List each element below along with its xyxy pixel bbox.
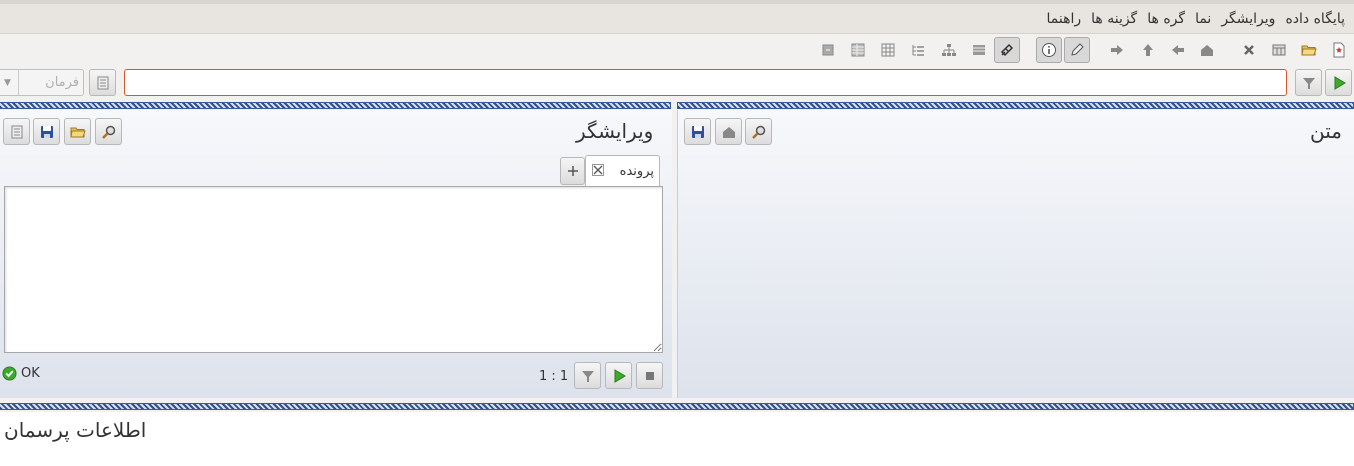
status-text: OK — [21, 366, 40, 381]
stop-icon — [645, 371, 654, 380]
properties-icon[interactable] — [1266, 37, 1292, 63]
chevron-down-icon: ▼ — [0, 70, 19, 95]
cursor-position: 1 : 1 — [539, 369, 569, 384]
play-icon — [1334, 75, 1346, 90]
query-info-panel — [0, 412, 1354, 466]
editor-panel-drag-handle[interactable] — [0, 102, 671, 109]
command-input[interactable] — [124, 69, 1287, 96]
home-icon — [722, 126, 735, 138]
table-icon[interactable] — [966, 37, 992, 63]
grid-icon[interactable] — [875, 37, 901, 63]
tree-map-icon[interactable] — [936, 37, 962, 63]
command-mode-select[interactable]: فرمان ▼ — [0, 69, 84, 96]
text-panel-drag-handle[interactable] — [677, 102, 1354, 109]
close-db-icon[interactable] — [1236, 37, 1262, 63]
close-icon[interactable] — [592, 164, 604, 176]
text-save-button[interactable] — [684, 118, 711, 145]
home-icon[interactable] — [1194, 37, 1220, 63]
ok-check-icon — [2, 366, 17, 381]
text-panel-title: متن — [1310, 119, 1342, 143]
new-db-icon[interactable] — [1326, 37, 1352, 63]
filter-icon — [581, 370, 594, 382]
search-icon — [101, 125, 115, 139]
menu-database[interactable]: پایگاه داده — [1280, 11, 1350, 27]
panel-splitter[interactable] — [672, 103, 677, 399]
plus-icon — [567, 166, 578, 176]
filter-icon — [1302, 77, 1315, 89]
filter-tree-icon[interactable] — [994, 37, 1020, 63]
list-icon — [97, 76, 108, 89]
text-panel — [677, 110, 1354, 398]
tree-list-icon[interactable] — [905, 37, 931, 63]
editor-run-button[interactable] — [605, 362, 632, 389]
menu-editor[interactable]: ویرایشگر — [1216, 11, 1280, 27]
collapse-icon[interactable] — [815, 37, 841, 63]
menu-nodes[interactable]: گره ها — [1142, 11, 1190, 27]
menu-bar: پایگاه داده ویرایشگر نما گره ها گزینه ها… — [0, 4, 1354, 34]
editor-stop-button[interactable] — [636, 362, 663, 389]
menu-view[interactable]: نما — [1190, 11, 1216, 27]
play-icon — [614, 368, 626, 383]
open-db-icon[interactable] — [1296, 37, 1322, 63]
query-editor[interactable] — [4, 186, 663, 353]
query-info-title: اطلاعات پرسمان — [4, 418, 147, 442]
table-small-icon[interactable] — [845, 37, 871, 63]
text-home-button[interactable] — [715, 118, 742, 145]
menu-help[interactable]: راهنما — [1041, 11, 1086, 27]
editor-status: OK — [2, 366, 40, 381]
search-icon — [751, 125, 765, 139]
run-command-button[interactable] — [1325, 69, 1352, 96]
editor-filter-button[interactable] — [574, 362, 601, 389]
editor-panel-title: ویرایشگر — [576, 119, 654, 143]
editor-open-button[interactable] — [64, 118, 91, 145]
command-row: فرمان ▼ — [0, 66, 1354, 98]
tab-file[interactable]: پرونده — [585, 155, 660, 187]
edit-icon[interactable] — [1064, 37, 1090, 63]
info-panel-drag-handle[interactable] — [0, 403, 1354, 410]
document-icon — [11, 125, 22, 138]
save-icon — [691, 125, 704, 138]
filter-command-button[interactable] — [1295, 69, 1322, 96]
tab-file-label: پرونده — [619, 164, 654, 179]
up-icon[interactable] — [1135, 37, 1161, 63]
text-search-button[interactable] — [745, 118, 772, 145]
save-icon — [40, 125, 53, 138]
editor-search-button[interactable] — [95, 118, 122, 145]
main-toolbar — [0, 34, 1354, 66]
add-tab-button[interactable] — [560, 157, 585, 185]
command-history-button[interactable] — [89, 69, 116, 96]
editor-new-button[interactable] — [3, 118, 30, 145]
editor-save-button[interactable] — [33, 118, 60, 145]
command-mode-label: فرمان — [45, 75, 79, 90]
forward-icon[interactable] — [1104, 37, 1130, 63]
info-icon[interactable] — [1036, 37, 1062, 63]
folder-icon — [69, 127, 86, 137]
back-icon[interactable] — [1165, 37, 1191, 63]
menu-options[interactable]: گزینه ها — [1086, 11, 1142, 27]
